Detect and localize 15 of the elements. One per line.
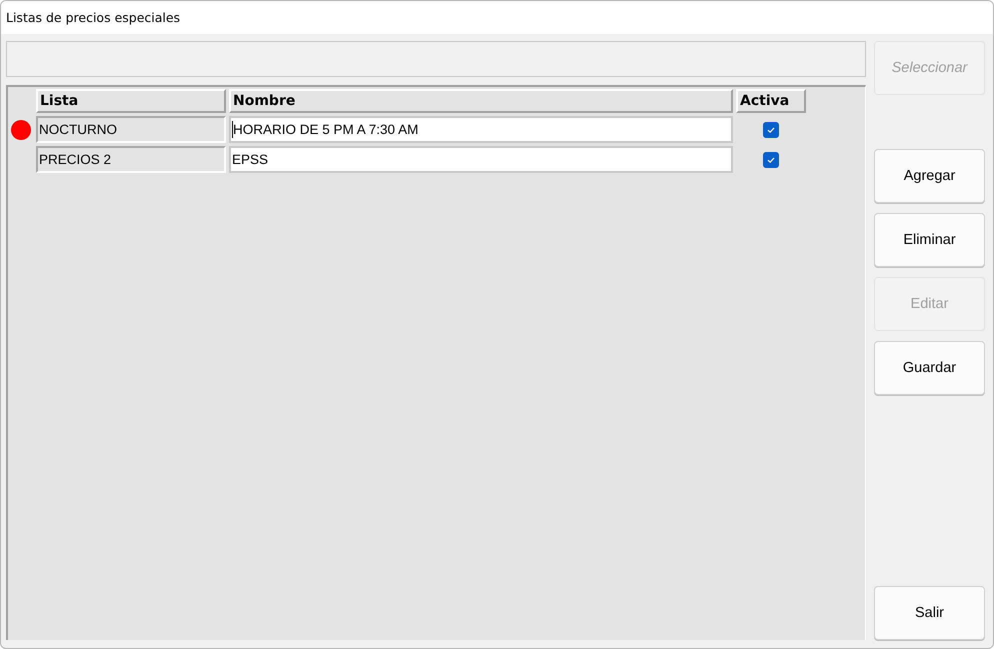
table-cell[interactable]: HORARIO DE 5 PM A 7:30 AM [229,116,733,143]
column-header[interactable]: Lista [36,89,226,113]
action-button[interactable]: Eliminar [874,213,985,267]
window-title: Listas de precios especiales [6,10,180,25]
table-cell[interactable]: EPSS [229,146,733,173]
column-header[interactable]: Activa [736,89,806,113]
checkbox[interactable] [763,152,779,168]
table-cell: PRECIOS 2 [36,146,226,173]
action-button[interactable]: Salir [874,586,985,640]
table-cell: NOCTURNO [36,116,226,143]
action-button[interactable]: Agregar [874,149,985,203]
column-header[interactable]: Nombre [229,89,733,113]
checkbox[interactable] [763,122,779,138]
filter-field[interactable] [6,41,866,77]
action-button[interactable]: Guardar [874,341,985,395]
